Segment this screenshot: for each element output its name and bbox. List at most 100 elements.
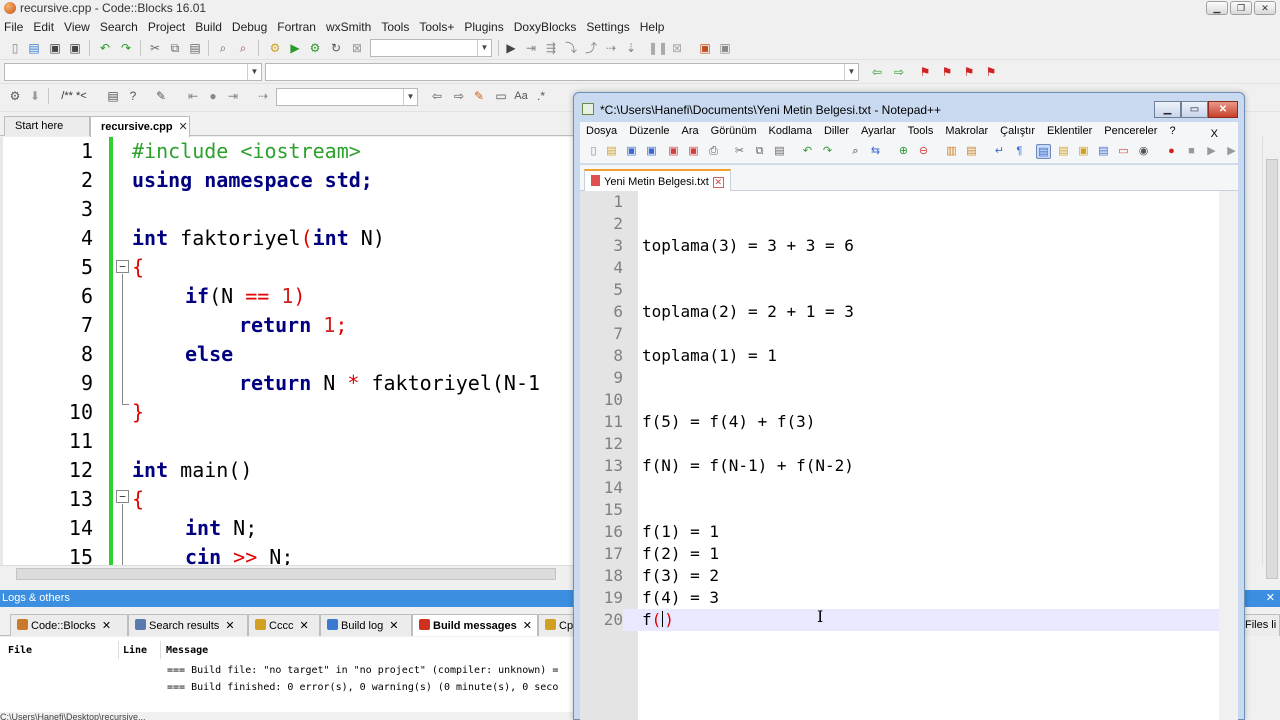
new-file-icon[interactable]: ▯ xyxy=(8,41,22,55)
close-tab-icon[interactable]: ✕ xyxy=(712,177,724,188)
match-case-icon[interactable]: ▭ xyxy=(494,89,508,103)
stop-debug-icon[interactable]: ⊠ xyxy=(670,41,684,55)
step-instruction-icon[interactable]: ⇣ xyxy=(624,41,638,55)
scrollbar-thumb[interactable] xyxy=(1266,159,1278,579)
menu-kodlama[interactable]: Kodlama xyxy=(769,122,818,140)
doxy-comment-block[interactable]: /** *< xyxy=(54,89,94,103)
highlight-icon[interactable]: ✎ xyxy=(472,89,486,103)
menu-settings[interactable]: Settings xyxy=(586,18,635,36)
menu-pencereler[interactable]: Pencereler xyxy=(1104,122,1163,140)
folder-workspace-icon[interactable]: ▤ xyxy=(1096,144,1111,159)
scope-combo[interactable]: ▼ xyxy=(4,63,262,81)
np-close-button[interactable]: ✕ xyxy=(1208,101,1238,118)
build-messages-list[interactable]: File Line Message === Build file: "no ta… xyxy=(0,637,580,712)
function-combo[interactable]: ▼ xyxy=(265,63,859,81)
bookmark-toggle-icon[interactable]: ⚑ xyxy=(918,65,932,79)
doxy-run-chm-icon[interactable]: ? xyxy=(126,89,140,103)
regex-search-icon[interactable]: .* xyxy=(534,89,548,103)
minimize-button[interactable]: ▁ xyxy=(1206,1,1228,15)
zoom-out-icon[interactable]: ⊖ xyxy=(916,144,931,159)
save-all-icon[interactable]: ▣ xyxy=(68,41,82,55)
debug-icon[interactable]: ▶ xyxy=(504,41,518,55)
menu-dosya[interactable]: Dosya xyxy=(586,122,623,140)
prev-icon[interactable]: ⇤ xyxy=(186,89,200,103)
play-macro-icon[interactable]: ▶ xyxy=(1204,144,1219,159)
info-icon[interactable]: ▣ xyxy=(718,41,732,55)
open-file-icon[interactable]: ▤ xyxy=(604,144,619,159)
regex-icon[interactable]: ⇢ xyxy=(256,89,270,103)
print-icon[interactable]: ⎙ xyxy=(706,144,721,159)
record-macro-icon[interactable]: ● xyxy=(1164,144,1179,159)
folder-icon[interactable]: ▭ xyxy=(1116,144,1131,159)
doxy-wizard-icon[interactable]: ⚙ xyxy=(8,89,22,103)
editor-horizontal-scrollbar[interactable] xyxy=(0,565,575,582)
tab-search-results[interactable]: Search results ✕ xyxy=(128,614,248,636)
font-icon[interactable]: Aa xyxy=(514,89,528,103)
search-next-icon[interactable]: ⇨ xyxy=(452,89,466,103)
tab-cppcheck[interactable]: Cp xyxy=(538,614,578,636)
column-file[interactable]: File xyxy=(8,645,32,656)
build-target-combo[interactable]: ▼ xyxy=(370,39,492,57)
bookmark-next-icon[interactable]: ⚑ xyxy=(962,65,976,79)
menu-wxsmith[interactable]: wxSmith xyxy=(326,18,377,36)
build-icon[interactable]: ⚙ xyxy=(268,41,282,55)
menu-help[interactable]: Help xyxy=(640,18,671,36)
abort-icon[interactable]: ⊠ xyxy=(350,41,364,55)
step-out-icon[interactable]: ⤴ xyxy=(584,41,598,55)
menu-edit[interactable]: Edit xyxy=(33,18,60,36)
doxy-run-html-icon[interactable]: ▤ xyxy=(106,89,120,103)
document-map-icon[interactable]: ▤ xyxy=(1056,144,1071,159)
editor-vertical-scrollbar[interactable] xyxy=(1262,137,1280,579)
stop-record-icon[interactable]: ■ xyxy=(1184,144,1199,159)
save-icon[interactable]: ▣ xyxy=(48,41,62,55)
menu-calistir[interactable]: Çalıştır xyxy=(1000,122,1041,140)
menu-ayarlar[interactable]: Ayarlar xyxy=(861,122,902,140)
zoom-in-icon[interactable]: ⊕ xyxy=(896,144,911,159)
menu-view[interactable]: View xyxy=(64,18,96,36)
doxy-config-icon[interactable]: ✎ xyxy=(154,89,168,103)
close-document-button[interactable]: X xyxy=(1211,125,1224,140)
message-row[interactable]: === Build file: "no target" in "no proje… xyxy=(167,665,558,676)
menu-tools[interactable]: Tools xyxy=(908,122,940,140)
menu-makrolar[interactable]: Makrolar xyxy=(945,122,994,140)
column-message[interactable]: Message xyxy=(166,645,208,656)
jump-forward-icon[interactable]: ⇨ xyxy=(892,65,906,79)
find-icon[interactable]: ⌕ xyxy=(848,144,863,159)
open-file-icon[interactable]: ▤ xyxy=(27,41,41,55)
notepadpp-editor[interactable]: 1 2 3 toplama(3) = 3 + 3 = 6 4 5 6 toplama… xyxy=(580,191,1238,720)
indent-guide-icon[interactable]: ▤ xyxy=(1036,144,1051,159)
menu-help[interactable]: ? xyxy=(1169,122,1181,140)
scrollbar-thumb[interactable] xyxy=(16,568,556,580)
bookmark-clear-icon[interactable]: ⚑ xyxy=(984,65,998,79)
word-wrap-icon[interactable]: ↵ xyxy=(992,144,1007,159)
new-file-icon[interactable]: ▯ xyxy=(586,144,601,159)
next-instruction-icon[interactable]: ⇢ xyxy=(604,41,618,55)
menu-doxyblocks[interactable]: DoxyBlocks xyxy=(514,18,583,36)
paste-icon[interactable]: ▤ xyxy=(772,144,787,159)
show-all-chars-icon[interactable]: ¶ xyxy=(1012,144,1027,159)
np-minimize-button[interactable]: ▁ xyxy=(1154,101,1181,118)
copy-icon[interactable]: ⧉ xyxy=(752,144,767,159)
menu-duzenle[interactable]: Düzenle xyxy=(629,122,675,140)
close-icon[interactable]: ▣ xyxy=(666,144,681,159)
run-icon[interactable]: ▶ xyxy=(288,41,302,55)
doxy-extract-icon[interactable]: ⬇ xyxy=(28,89,42,103)
rebuild-icon[interactable]: ↻ xyxy=(329,41,343,55)
tab-build-messages[interactable]: Build messages ✕ xyxy=(412,614,538,636)
tab-cccc[interactable]: Cccc ✕ xyxy=(248,614,320,636)
save-all-icon[interactable]: ▣ xyxy=(644,144,659,159)
undo-icon[interactable]: ↶ xyxy=(98,41,112,55)
redo-icon[interactable]: ↷ xyxy=(119,41,133,55)
code-editor[interactable]: − − 1 #include <iostream> 2 using namespac… xyxy=(0,137,575,565)
menu-plugins[interactable]: Plugins xyxy=(464,18,509,36)
sync-horizontal-icon[interactable]: ▤ xyxy=(964,144,979,159)
menu-tools-plus[interactable]: Tools+ xyxy=(419,18,460,36)
next-icon[interactable]: ⇥ xyxy=(226,89,240,103)
pause-icon[interactable]: ❚❚ xyxy=(648,41,668,55)
menu-ara[interactable]: Ara xyxy=(682,122,705,140)
menu-search[interactable]: Search xyxy=(100,18,144,36)
menu-tools[interactable]: Tools xyxy=(381,18,415,36)
redo-icon[interactable]: ↷ xyxy=(820,144,835,159)
dot-icon[interactable]: ● xyxy=(206,89,220,103)
replace-icon[interactable]: ⌕ xyxy=(236,41,250,55)
